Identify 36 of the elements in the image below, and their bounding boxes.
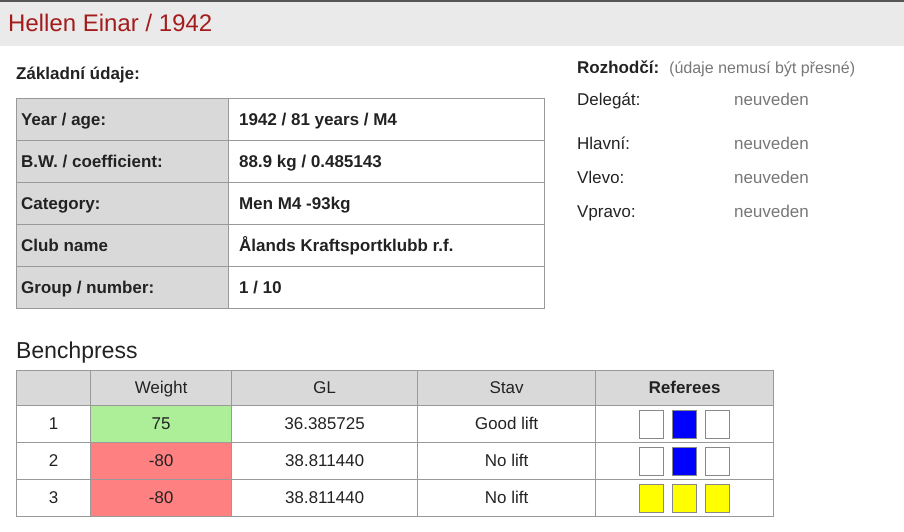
note-text: (údaje nemusí být přesné): [669, 60, 856, 78]
header-cell: GL: [232, 370, 418, 406]
referee-value: neuveden: [734, 90, 809, 110]
weight-cell: -80: [90, 442, 232, 480]
table-cell: No lift: [418, 480, 596, 516]
table-cell: Men M4 -93kg: [228, 182, 544, 224]
referee-value: neuveden: [734, 168, 809, 188]
section-heading: Základní údaje:: [16, 64, 141, 84]
referee-label: Vpravo:: [577, 202, 637, 222]
table-cell: Club name: [16, 224, 228, 266]
header-cell: Stav: [418, 370, 596, 406]
table-cell: 38.811440: [232, 442, 418, 480]
page-title: Hellen Einar / 1942: [8, 10, 212, 38]
referee-value: neuveden: [734, 202, 809, 222]
table-cell: Ålands Kraftsportklubb r.f.: [228, 224, 544, 266]
section-heading: Benchpress: [16, 337, 138, 364]
referee-label: Vlevo:: [577, 168, 626, 188]
table-cell: 88.9 kg / 0.485143: [228, 140, 544, 182]
table-cell: 36.385725: [232, 406, 418, 442]
header-cell: Referees: [596, 370, 774, 406]
table-cell: No lift: [418, 442, 596, 480]
referee-label: Delegát:: [577, 90, 642, 110]
table-cell: Category:: [16, 182, 228, 224]
table-cell: Year / age:: [16, 98, 228, 140]
table-cell: 38.811440: [232, 480, 418, 516]
table-cell: B.W. / coefficient:: [16, 140, 228, 182]
referee-value: neuveden: [734, 134, 809, 154]
table-cell: Good lift: [418, 406, 596, 442]
section-heading: Rozhodčí:: [577, 58, 660, 78]
table-cell: Group / number:: [16, 266, 228, 308]
referee-label: Hlavní:: [577, 134, 631, 154]
header-cell: Weight: [90, 370, 232, 406]
table-cell: 1 / 10: [228, 266, 544, 308]
table-cell: 1942 / 81 years / M4: [228, 98, 544, 140]
weight-cell: -80: [90, 480, 232, 516]
weight-cell: 75: [90, 406, 232, 442]
